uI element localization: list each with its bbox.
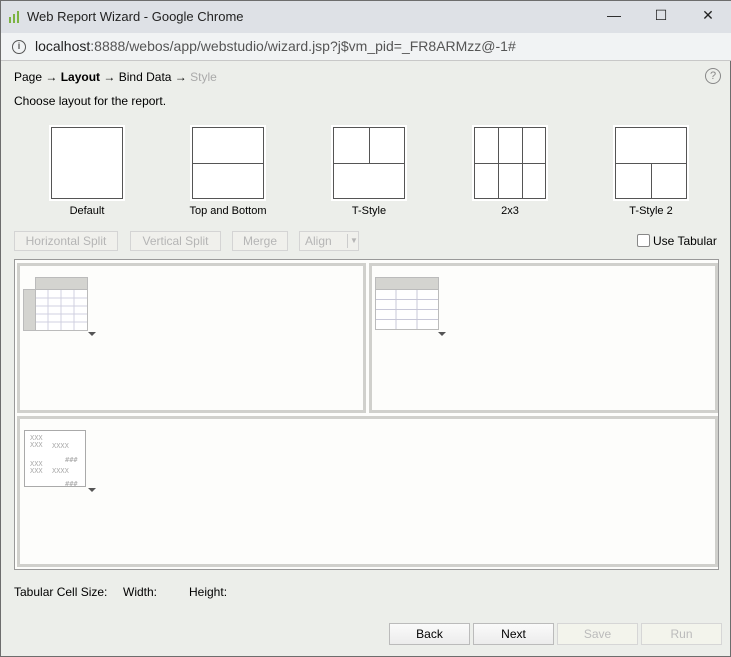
align-label: Align bbox=[305, 234, 332, 248]
use-tabular-label: Use Tabular bbox=[653, 234, 717, 248]
icon-text: ### bbox=[65, 456, 78, 464]
banded-object-icon[interactable]: XXX XXX XXXX ### XXX XXX XXXX ### bbox=[24, 430, 86, 488]
tabular-cell-size-label: Tabular Cell Size: bbox=[14, 585, 108, 599]
layout-top-bottom[interactable] bbox=[192, 127, 264, 199]
window-title: Web Report Wizard - Google Chrome bbox=[27, 9, 244, 24]
use-tabular-checkbox[interactable] bbox=[637, 234, 650, 247]
layout-label: 2x3 bbox=[501, 205, 519, 217]
minimize-button[interactable]: — bbox=[604, 7, 624, 27]
icon-text: XXX bbox=[30, 467, 43, 475]
tabular-width-label: Width: bbox=[123, 585, 158, 599]
layout-cell-crosstab[interactable] bbox=[17, 263, 366, 413]
help-icon[interactable]: ? bbox=[705, 68, 721, 84]
icon-text: ### bbox=[65, 480, 78, 488]
info-icon[interactable]: i bbox=[12, 40, 26, 54]
layout-cell-table[interactable] bbox=[369, 263, 718, 413]
layout-default[interactable] bbox=[51, 127, 123, 199]
tabular-height-label: Height: bbox=[189, 585, 228, 599]
horizontal-split-button[interactable]: Horizontal Split bbox=[14, 231, 118, 251]
dropdown-arrow-icon[interactable] bbox=[88, 488, 96, 492]
breadcrumb-bind-data: Bind Data bbox=[118, 70, 172, 84]
icon-text: XXXX bbox=[52, 467, 69, 475]
breadcrumb: Page → Layout → Bind Data → Style bbox=[14, 70, 217, 84]
chevron-down-icon: ▼ bbox=[347, 234, 358, 248]
layout-label: Default bbox=[69, 205, 105, 217]
vertical-split-button[interactable]: Vertical Split bbox=[130, 231, 221, 251]
layout-t-style[interactable] bbox=[333, 127, 405, 199]
arrow: → bbox=[45, 70, 58, 84]
icon-text: XXXX bbox=[52, 442, 69, 450]
table-icon[interactable] bbox=[375, 277, 445, 333]
save-button[interactable]: Save bbox=[557, 623, 638, 645]
run-button[interactable]: Run bbox=[641, 623, 722, 645]
merge-button[interactable]: Merge bbox=[232, 231, 288, 251]
layout-label: T-Style 2 bbox=[629, 205, 673, 217]
dropdown-arrow-icon[interactable] bbox=[438, 332, 446, 336]
back-button[interactable]: Back bbox=[389, 623, 470, 645]
layout-cell-banded[interactable]: XXX XXX XXXX ### XXX XXX XXXX ### bbox=[17, 416, 718, 567]
breadcrumb-layout: Layout bbox=[60, 70, 101, 84]
title-bar: Web Report Wizard - Google Chrome — ☐ ✕ bbox=[1, 1, 731, 33]
layout-canvas: XXX XXX XXXX ### XXX XXX XXXX ### bbox=[14, 259, 719, 570]
address-bar[interactable]: i localhost:8888/webos/app/webstudio/wiz… bbox=[1, 33, 731, 61]
breadcrumb-style: Style bbox=[190, 70, 217, 84]
icon-text: XXX bbox=[30, 441, 43, 449]
layout-label: Top and Bottom bbox=[189, 205, 267, 217]
app-icon bbox=[9, 11, 19, 23]
maximize-button[interactable]: ☐ bbox=[651, 7, 671, 27]
url-text: localhost:8888/webos/app/webstudio/wizar… bbox=[35, 38, 516, 54]
breadcrumb-page: Page bbox=[14, 70, 43, 84]
layout-label: T-Style bbox=[351, 205, 387, 217]
next-button[interactable]: Next bbox=[473, 623, 554, 645]
arrow: → bbox=[174, 70, 187, 84]
arrow: → bbox=[103, 70, 116, 84]
dropdown-arrow-icon[interactable] bbox=[88, 332, 96, 336]
layout-t-style-2[interactable] bbox=[615, 127, 687, 199]
layout-2x3[interactable] bbox=[474, 127, 546, 199]
align-dropdown[interactable]: Align ▼ bbox=[299, 231, 359, 251]
instruction-text: Choose layout for the report. bbox=[14, 94, 167, 108]
close-button[interactable]: ✕ bbox=[698, 7, 718, 27]
